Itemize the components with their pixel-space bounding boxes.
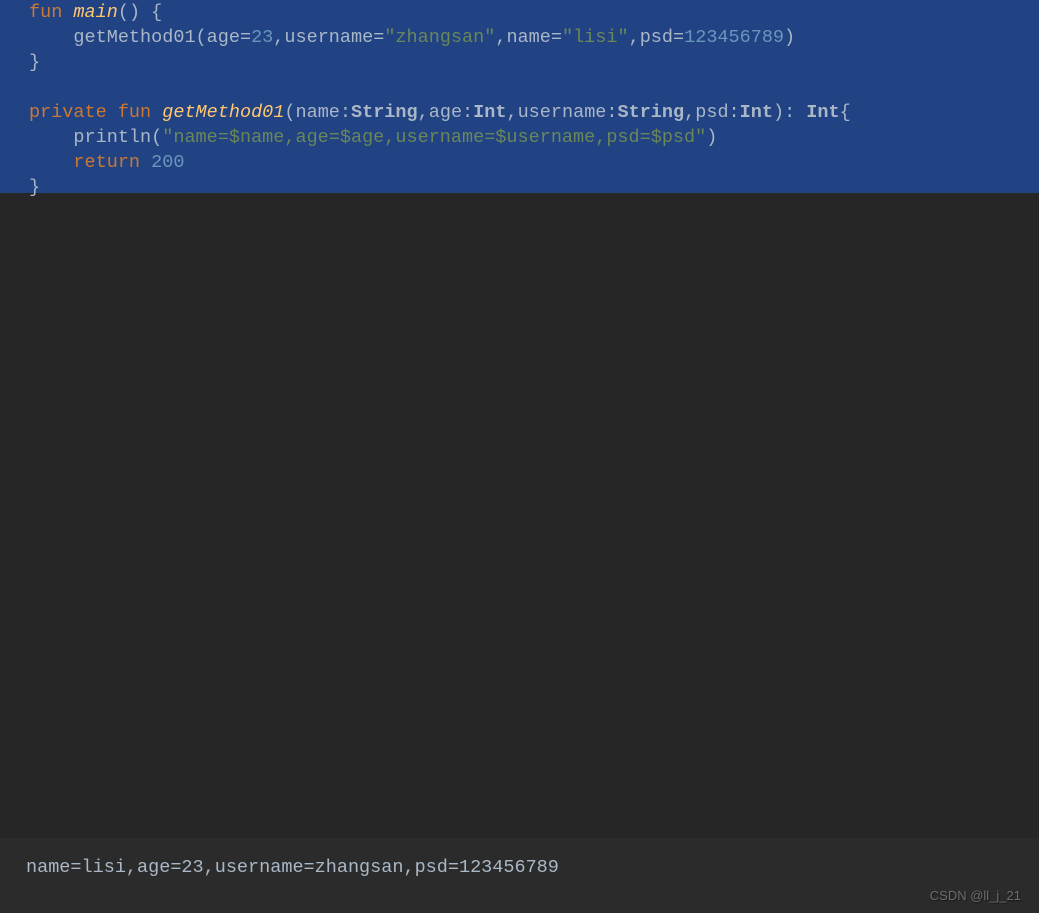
- t-string2: String: [618, 102, 685, 123]
- close-brace-main: }: [29, 52, 40, 73]
- code-line-4[interactable]: [29, 75, 1039, 100]
- str-zhangsan: "zhangsan": [384, 27, 495, 48]
- t-int1: Int: [473, 102, 506, 123]
- kw-return: return: [73, 152, 140, 173]
- code-line-3[interactable]: }: [29, 50, 1039, 75]
- close-paren-colon: ):: [773, 102, 806, 123]
- num-psd: 123456789: [684, 27, 784, 48]
- println-call: println(: [73, 127, 162, 148]
- func-getMethod01: getMethod01: [162, 102, 284, 123]
- str-template: "name=$name,age=$age,username=$username,…: [162, 127, 706, 148]
- name-eq: ,name=: [495, 27, 562, 48]
- space-return: [140, 152, 151, 173]
- num-200: 200: [151, 152, 184, 173]
- console-panel[interactable]: name=lisi,age=23,username=zhangsan,psd=1…: [0, 838, 1039, 913]
- kw-fun2: fun: [118, 102, 151, 123]
- watermark-text: CSDN @ll_j_21: [930, 888, 1021, 903]
- num-23: 23: [251, 27, 273, 48]
- editor-empty-area[interactable]: [0, 193, 1039, 838]
- close-paren: ): [784, 27, 795, 48]
- console-output-line: name=lisi,age=23,username=zhangsan,psd=1…: [26, 857, 1039, 878]
- comma1: ,: [418, 102, 429, 123]
- parens-brace: () {: [118, 2, 162, 23]
- p-username: username:: [518, 102, 618, 123]
- t-int2: Int: [740, 102, 773, 123]
- p-name: name:: [295, 102, 351, 123]
- close-println: ): [706, 127, 717, 148]
- ret-int: Int: [806, 102, 839, 123]
- func-main: main: [73, 2, 117, 23]
- indent6: [29, 127, 73, 148]
- kw-fun: fun: [29, 2, 62, 23]
- open-paren: (: [284, 102, 295, 123]
- indent: [29, 27, 73, 48]
- code-line-1[interactable]: fun main() {: [29, 0, 1039, 25]
- close-brace-fn: }: [29, 177, 40, 198]
- psd-eq: ,psd=: [629, 27, 685, 48]
- code-line-5[interactable]: private fun getMethod01(name:String,age:…: [29, 100, 1039, 125]
- username-eq: ,username=: [273, 27, 384, 48]
- str-lisi: "lisi": [562, 27, 629, 48]
- p-age: age:: [429, 102, 473, 123]
- t-string1: String: [351, 102, 418, 123]
- code-line-2[interactable]: getMethod01(age=23,username="zhangsan",n…: [29, 25, 1039, 50]
- open-brace-fn: {: [840, 102, 851, 123]
- code-editor[interactable]: fun main() { getMethod01(age=23,username…: [0, 0, 1039, 193]
- kw-private: private: [29, 102, 107, 123]
- comma3: ,: [684, 102, 695, 123]
- call-getMethod01: getMethod01(age=: [73, 27, 251, 48]
- indent7: [29, 152, 73, 173]
- comma2: ,: [506, 102, 517, 123]
- code-line-6[interactable]: println("name=$name,age=$age,username=$u…: [29, 125, 1039, 150]
- p-psd: psd:: [695, 102, 739, 123]
- code-line-7[interactable]: return 200: [29, 150, 1039, 175]
